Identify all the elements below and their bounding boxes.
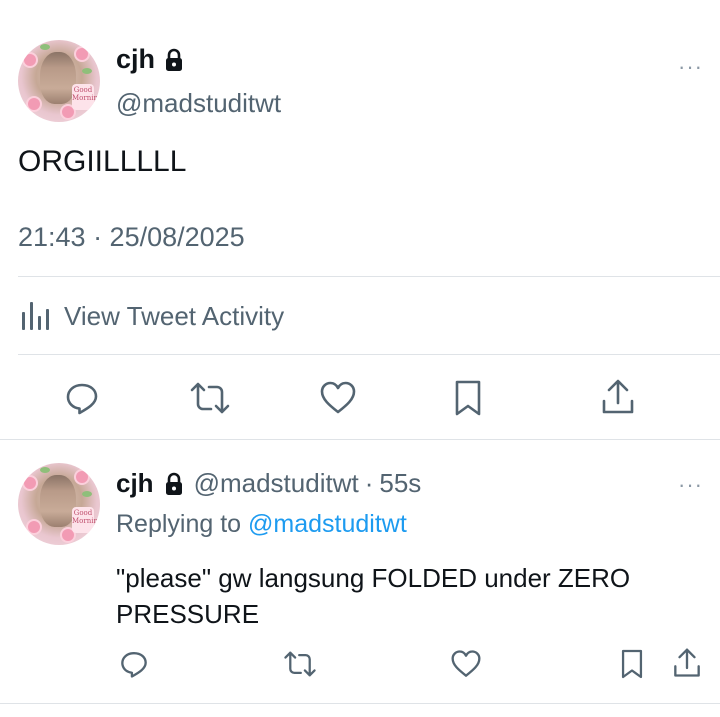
reply-text: "please" gw langsung FOLDED under ZERO P… bbox=[116, 563, 631, 629]
bookmark-icon bbox=[455, 380, 481, 416]
share-button[interactable] bbox=[670, 644, 704, 682]
leaf-decoration bbox=[40, 44, 50, 50]
lock-icon bbox=[165, 472, 182, 495]
flower-decoration bbox=[24, 477, 36, 489]
retweet-button[interactable] bbox=[280, 646, 320, 682]
share-icon bbox=[674, 648, 700, 677]
divider bbox=[18, 354, 720, 355]
avatar[interactable]: Good Morning bbox=[18, 40, 100, 122]
flower-decoration bbox=[28, 521, 40, 533]
author-handle[interactable]: @madstuditwt bbox=[116, 88, 281, 119]
leaf-decoration bbox=[82, 491, 92, 497]
flower-decoration bbox=[76, 471, 88, 483]
avatar[interactable]: Good Morning bbox=[18, 463, 100, 545]
leaf-decoration bbox=[82, 68, 92, 74]
retweet-button[interactable] bbox=[188, 378, 232, 418]
like-button[interactable] bbox=[318, 378, 358, 418]
reply-button[interactable] bbox=[116, 646, 152, 682]
reply-button[interactable] bbox=[62, 378, 102, 418]
flower-decoration bbox=[76, 48, 88, 60]
share-button[interactable] bbox=[598, 376, 638, 418]
more-icon[interactable]: ··· bbox=[678, 472, 703, 498]
reply-header: cjh @madstuditwt · 55s bbox=[116, 468, 421, 499]
view-tweet-activity-button[interactable]: View Tweet Activity bbox=[18, 300, 284, 332]
avatar-tag: Good Morning bbox=[72, 507, 100, 533]
divider bbox=[18, 276, 720, 277]
divider bbox=[0, 703, 720, 704]
bookmark-button[interactable] bbox=[448, 378, 488, 418]
flower-decoration bbox=[28, 98, 40, 110]
avatar-face bbox=[40, 475, 76, 527]
avatar-tag: Good Morning bbox=[72, 84, 100, 110]
divider bbox=[0, 439, 720, 440]
like-button[interactable] bbox=[448, 646, 484, 682]
author-name[interactable]: cjh bbox=[116, 468, 154, 499]
activity-label: View Tweet Activity bbox=[64, 300, 285, 331]
reply-icon bbox=[66, 383, 98, 415]
bar-chart-icon bbox=[22, 302, 49, 330]
share-icon bbox=[602, 379, 634, 414]
retweet-icon bbox=[190, 382, 230, 414]
reply-icon bbox=[121, 652, 147, 678]
bookmark-button[interactable] bbox=[616, 646, 648, 682]
replying-to-link[interactable]: @madstuditwt bbox=[248, 510, 407, 538]
heart-icon bbox=[451, 650, 481, 677]
author-name[interactable]: cjh bbox=[116, 44, 155, 75]
replying-to: Replying to @madstuditwt bbox=[116, 510, 407, 539]
more-icon[interactable]: ··· bbox=[678, 54, 703, 80]
heart-icon bbox=[320, 381, 356, 414]
tweet-text: ORGIILLLLL bbox=[18, 145, 187, 178]
tweet-timestamp[interactable]: 21:43 · 25/08/2025 bbox=[18, 222, 245, 253]
reply-time[interactable]: 55s bbox=[379, 468, 421, 499]
lock-icon bbox=[166, 48, 182, 71]
replying-to-label: Replying to bbox=[116, 510, 242, 538]
flower-decoration bbox=[24, 54, 36, 66]
avatar-face bbox=[40, 52, 76, 104]
leaf-decoration bbox=[40, 467, 50, 473]
separator: · bbox=[364, 468, 374, 498]
retweet-icon bbox=[284, 651, 316, 677]
author-handle[interactable]: @madstuditwt bbox=[194, 468, 359, 499]
bookmark-icon bbox=[621, 649, 643, 679]
